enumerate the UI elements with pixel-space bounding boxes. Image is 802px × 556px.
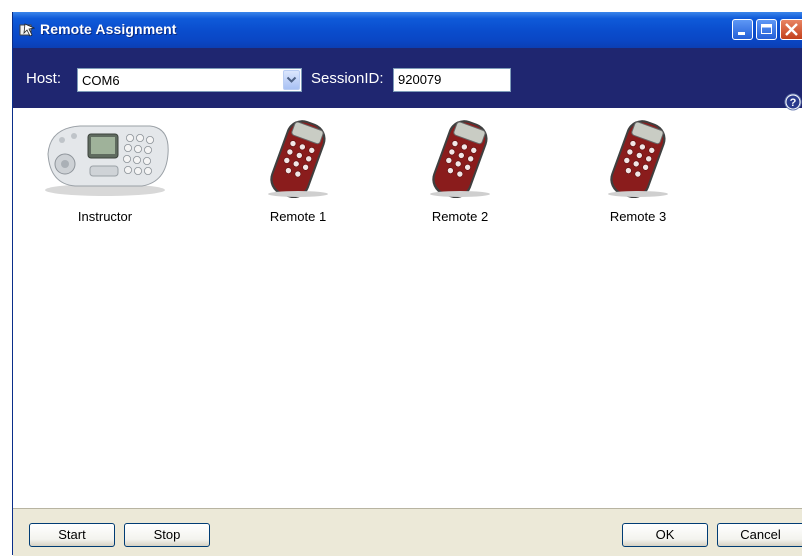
device-label: Remote 2 bbox=[431, 209, 489, 224]
base-station-icon bbox=[45, 125, 169, 196]
remote-icon bbox=[430, 120, 490, 198]
remote-assignment-window: Remote Assignment Host: COM6 SessionID: … bbox=[12, 12, 802, 556]
device-label: Remote 3 bbox=[609, 209, 667, 224]
maximize-button[interactable] bbox=[756, 19, 777, 40]
close-button[interactable] bbox=[780, 19, 802, 40]
session-id-field[interactable]: 920079 bbox=[393, 68, 511, 92]
chevron-down-icon bbox=[286, 76, 297, 83]
device-label: Remote 1 bbox=[269, 209, 327, 224]
session-id-label: SessionID: bbox=[311, 70, 384, 87]
host-select[interactable]: COM6 bbox=[77, 68, 302, 92]
host-dropdown-button[interactable] bbox=[283, 70, 300, 90]
start-button[interactable]: Start bbox=[29, 523, 115, 547]
close-icon bbox=[785, 23, 798, 36]
device-remote-3[interactable]: Remote 3 bbox=[563, 114, 713, 224]
minimize-icon bbox=[738, 32, 745, 35]
window-title: Remote Assignment bbox=[40, 21, 177, 37]
maximize-icon bbox=[761, 24, 772, 34]
ok-button[interactable]: OK bbox=[622, 523, 708, 547]
minimize-button[interactable] bbox=[732, 19, 753, 40]
device-list: Instructor Remote 1 Remote 2 Remote 3 bbox=[13, 108, 802, 508]
cancel-button[interactable]: Cancel bbox=[717, 523, 802, 547]
stop-button[interactable]: Stop bbox=[124, 523, 210, 547]
host-toolbar: Host: COM6 SessionID: 920079 ? bbox=[13, 48, 802, 111]
remote-icon bbox=[268, 120, 328, 198]
device-label: Instructor bbox=[77, 209, 133, 224]
device-remote-1[interactable]: Remote 1 bbox=[223, 114, 373, 224]
device-remote-2[interactable]: Remote 2 bbox=[385, 114, 535, 224]
host-label: Host: bbox=[26, 70, 62, 87]
host-select-value: COM6 bbox=[82, 73, 120, 88]
title-bar[interactable]: Remote Assignment bbox=[13, 12, 802, 48]
button-bar: Start Stop OK Cancel bbox=[13, 508, 802, 556]
device-instructor[interactable]: Instructor bbox=[30, 114, 180, 224]
app-icon bbox=[19, 23, 35, 37]
remote-icon bbox=[608, 120, 668, 198]
